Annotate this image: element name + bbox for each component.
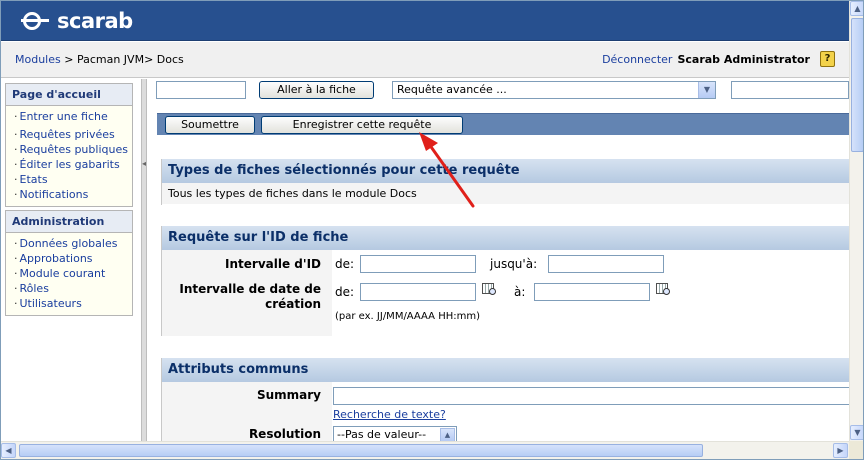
id-from-label: de: (335, 257, 355, 271)
breadcrumb: Modules > Pacman JVM> Docs (15, 53, 184, 66)
date-range-label: Intervalle de date de création (179, 282, 321, 311)
resolution-select[interactable]: --Pas de valeur-- ▲ (333, 426, 457, 441)
nav-item-approvals[interactable]: Approbations (14, 251, 132, 266)
home-nav-box: Page d'accueil Entrer une fiche Requêtes… (5, 83, 133, 207)
submit-button[interactable]: Soumettre (165, 116, 255, 134)
main-content: Aller à la fiche Requête avancée ... ▼ S… (148, 79, 849, 441)
vertical-scrollbar[interactable]: ▲ ▼ (849, 1, 863, 441)
chevron-up-icon[interactable]: ▲ (440, 428, 455, 441)
browser-window: scarab Modules > Pacman JVM> Docs Déconn… (0, 0, 864, 460)
collapse-arrow-icon[interactable]: ◂ (142, 159, 147, 168)
nav-item-roles[interactable]: Rôles (14, 281, 132, 296)
id-to-label: jusqu'à: (490, 257, 538, 271)
issue-id-section: Requête sur l'ID de fiche Intervalle d'I… (161, 226, 849, 336)
query-type-select[interactable]: Requête avancée ... ▼ (392, 81, 716, 99)
date-from-input[interactable] (360, 283, 476, 301)
issue-id-input[interactable] (156, 81, 246, 99)
issue-types-body: Tous les types de fiches dans le module … (162, 183, 849, 204)
issue-id-title: Requête sur l'ID de fiche (162, 226, 849, 250)
calendar-icon[interactable] (656, 283, 672, 297)
resolution-label: Resolution (248, 427, 321, 441)
logout-link[interactable]: Déconnecter (602, 53, 672, 66)
summary-input[interactable] (333, 387, 849, 405)
nav-item-users[interactable]: Utilisateurs (14, 296, 132, 311)
scroll-down-icon[interactable]: ▼ (850, 425, 863, 440)
save-query-button[interactable]: Enregistrer cette requête (261, 116, 463, 134)
scarab-logo-icon (21, 10, 51, 32)
issue-types-title: Types de fiches sélectionnés pour cette … (162, 159, 849, 183)
help-icon[interactable]: ? (820, 51, 835, 67)
horizontal-scrollbar[interactable]: ◀ ▶ (1, 441, 849, 459)
common-attributes-section: Attributs communs Summary Recherche de t… (161, 358, 849, 441)
nav-item-current-module[interactable]: Module courant (14, 266, 132, 281)
goto-issue-button[interactable]: Aller à la fiche (259, 81, 374, 99)
id-to-input[interactable] (548, 255, 664, 273)
issue-types-section: Types de fiches sélectionnés pour cette … (161, 159, 849, 205)
chevron-down-icon[interactable]: ▼ (698, 82, 715, 98)
nav-item-edit-templates[interactable]: Éditer les gabarits (14, 157, 132, 172)
toolbar: Aller à la fiche Requête avancée ... ▼ (148, 79, 849, 103)
quick-search-input[interactable] (731, 81, 849, 99)
breadcrumb-module-path: Pacman JVM> Docs (76, 53, 184, 66)
admin-nav-title: Administration (6, 211, 132, 233)
common-attributes-title: Attributs communs (162, 358, 849, 382)
admin-nav-box: Administration Données globales Approbat… (5, 210, 133, 316)
text-search-link[interactable]: Recherche de texte? (333, 408, 446, 421)
user-name: Scarab Administrator (677, 52, 810, 66)
sidebar: Page d'accueil Entrer une fiche Requêtes… (1, 79, 141, 441)
summary-label: Summary (256, 388, 321, 402)
nav-item-enter-issue[interactable]: Entrer une fiche (14, 109, 132, 124)
vertical-scroll-thumb[interactable] (851, 18, 863, 152)
date-format-hint: (par ex. JJ/MM/AAAA HH:mm) (335, 311, 480, 322)
scroll-left-icon[interactable]: ◀ (1, 443, 16, 458)
date-to-label: à: (514, 285, 526, 299)
horizontal-scroll-thumb[interactable] (19, 444, 703, 457)
scroll-right-icon[interactable]: ▶ (833, 443, 848, 458)
user-box: Déconnecter Scarab Administrator ? (602, 51, 835, 67)
scarab-logo[interactable]: scarab (21, 9, 133, 33)
app-header: scarab (1, 1, 849, 41)
nav-item-private-queries[interactable]: Requêtes privées (14, 127, 132, 142)
home-nav-title: Page d'accueil (6, 84, 132, 106)
id-from-input[interactable] (360, 255, 476, 273)
calendar-icon[interactable] (482, 283, 498, 297)
id-range-label: Intervalle d'ID (225, 257, 321, 271)
scroll-up-icon[interactable]: ▲ (850, 1, 863, 16)
nav-item-reports[interactable]: Etats (14, 172, 132, 187)
date-to-input[interactable] (534, 283, 650, 301)
date-from-label: de: (335, 285, 355, 299)
action-bar: Soumettre Enregistrer cette requête (157, 113, 849, 135)
breadcrumb-modules-link[interactable]: Modules (15, 53, 61, 66)
breadcrumb-bar: Modules > Pacman JVM> Docs Déconnecter S… (1, 42, 849, 78)
nav-item-global-data[interactable]: Données globales (14, 236, 132, 251)
logo-text: scarab (57, 9, 133, 33)
scrollbar-corner (849, 441, 863, 459)
sidebar-splitter[interactable]: ◂ (141, 79, 147, 441)
nav-item-notifications[interactable]: Notifications (14, 187, 132, 202)
nav-item-public-queries[interactable]: Requêtes publiques (14, 142, 132, 157)
